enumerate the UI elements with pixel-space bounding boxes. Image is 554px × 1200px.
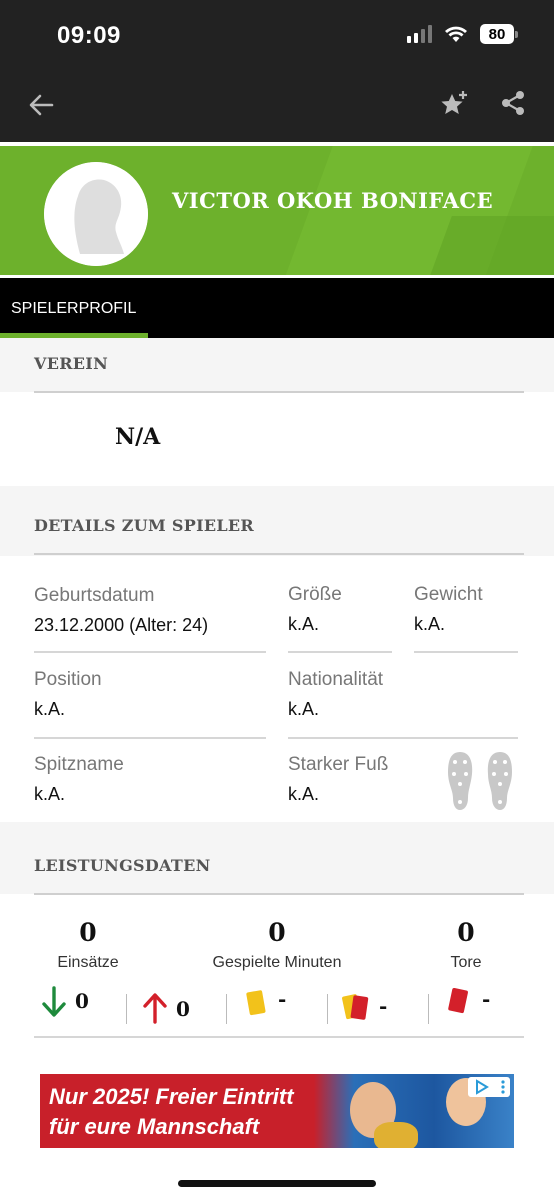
favorite-star-plus-icon[interactable] [436,86,472,122]
tab-spielerprofil[interactable]: SPIELERPROFIL [0,278,148,338]
right-boot-sole-icon [487,752,512,810]
app-bar [0,68,554,142]
ad-line2: für eure Mannschaft [49,1114,260,1139]
yellow-red-cards-count: - [379,994,388,1018]
details-section-title: DETAILS ZUM SPIELER [34,516,254,535]
ad-choices-badge[interactable] [468,1077,510,1097]
height-value: k.A. [288,614,320,634]
nationality-label: Nationalität [288,669,384,690]
divider [34,553,524,555]
subbed-out-count: 0 [75,989,89,1013]
appearances-label: Einsätze [57,954,119,971]
weight-value: k.A. [414,614,446,634]
status-icons: 80 [407,24,518,44]
tab-bar: SPIELERPROFIL [0,278,554,338]
yellow-red-card-icon [342,994,369,1020]
ad-choices-icon [475,1079,489,1095]
position-label: Position [34,669,102,690]
player-header: VICTOR OKOH BONIFACE [0,142,554,278]
position-value: k.A. [34,699,66,719]
yellow-cards-count: - [278,987,287,1011]
ad-banner[interactable]: Nur 2025! Freier Eintritt für eure Manns… [40,1074,514,1148]
divider [34,391,524,393]
minutes-value: 0 [268,918,286,947]
foot-value: k.A. [288,784,320,804]
birth-value: 23.12.2000 (Alter: 24) [34,615,209,635]
status-bar: 09:09 80 [0,0,554,68]
nationality-value: k.A. [288,699,320,719]
appearances-value: 0 [79,918,97,947]
nickname-label: Spitzname [34,754,124,775]
back-arrow-icon[interactable] [24,88,58,122]
weight-label: Gewicht [414,584,483,605]
ad-line1: Nur 2025! Freier Eintritt [49,1084,294,1109]
divider [34,893,524,895]
subbed-in-count: 0 [176,997,190,1021]
ad-text: Nur 2025! Freier Eintritt für eure Manns… [49,1082,294,1142]
yellow-card-icon [246,990,266,1016]
battery-level: 80 [480,24,514,44]
club-section-title: VEREIN [34,354,109,373]
birth-label: Geburtsdatum [34,585,155,606]
more-options-icon [500,1080,505,1094]
height-label: Größe [288,584,342,605]
signal-icon [407,25,432,43]
left-boot-sole-icon [448,752,473,810]
red-cards-count: - [482,987,491,1011]
goals-label: Tore [450,954,482,971]
goals-value: 0 [457,918,475,947]
player-avatar [44,162,148,266]
club-value[interactable]: N/A [115,424,160,450]
foot-label: Starker Fuß [288,754,389,775]
nickname-value: k.A. [34,784,66,804]
home-indicator[interactable] [178,1180,376,1187]
divider [34,1036,524,1038]
share-icon[interactable] [496,86,530,120]
battery-icon: 80 [480,24,518,44]
wifi-icon [445,26,467,42]
red-card-icon [448,987,468,1014]
tab-label: SPIELERPROFIL [11,300,137,317]
substituted-out-arrow-icon [42,986,66,1017]
status-time: 09:09 [57,22,121,49]
player-name: VICTOR OKOH BONIFACE [172,188,494,213]
minutes-label: Gespielte Minuten [212,954,342,971]
substituted-in-arrow-icon [143,993,167,1024]
performance-section-title: LEISTUNGSDATEN [34,856,211,875]
